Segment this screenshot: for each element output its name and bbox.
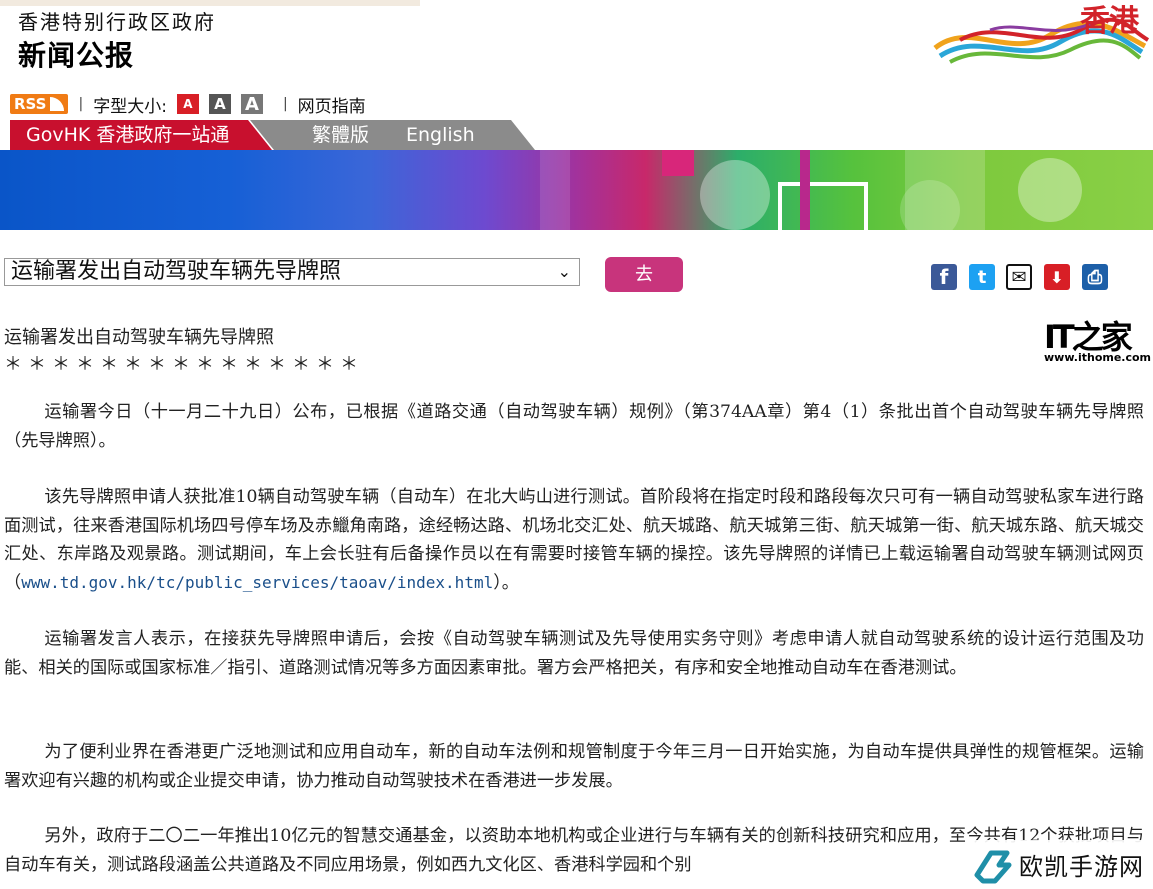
ithome-url: www.ithome.com xyxy=(1044,351,1152,364)
article-paragraph: 运输署今日（十一月二十九日）公布，已根据《道路交通（自动驾驶车辆）规例》（第37… xyxy=(4,402,1144,451)
facebook-share-icon[interactable]: f xyxy=(931,264,957,290)
td-website-link[interactable]: www.td.gov.hk/tc/public_services/taoav/i… xyxy=(21,573,493,592)
separator: | xyxy=(78,96,84,112)
font-size-label: 字型大小: xyxy=(93,96,167,117)
font-size-large-button[interactable]: A xyxy=(240,94,263,115)
email-share-icon[interactable]: ✉ xyxy=(1006,264,1032,290)
banner-stripe xyxy=(540,150,570,230)
brand-logo-text: 香港 xyxy=(1080,4,1139,39)
site-watermark: 欧凯手游网 xyxy=(965,840,1153,889)
rss-label: RSS xyxy=(14,95,47,113)
press-release-select[interactable]: 运输署发出自动驾驶车辆先导牌照 ⌄ xyxy=(4,258,580,286)
article-paragraph: 运输署发言人表示，在接获先导牌照申请后，会按《自动驾驶车辆测试及先导使用实务守则… xyxy=(4,629,1144,678)
traditional-chinese-link[interactable]: 繁體版 xyxy=(312,120,369,150)
font-size-small-button[interactable]: A xyxy=(176,94,199,114)
press-release-title[interactable]: 新闻公报 xyxy=(18,34,134,74)
article-title: 运输署发出自动驾驶车辆先导牌照 xyxy=(4,327,274,348)
language-tabs: 繁體版 English xyxy=(250,120,535,150)
font-size-medium-button[interactable]: A xyxy=(208,94,231,114)
separator: | xyxy=(282,96,288,112)
govhk-link[interactable]: GovHK 香港政府一站通 xyxy=(10,120,272,150)
rss-feed-icon xyxy=(50,97,65,111)
utility-toolbar: RSS | 字型大小: A A A | 网页指南 xyxy=(10,92,366,117)
article-paragraph: 为了便利业界在香港更广泛地测试和应用自动车，新的自动车法例和规管制度于今年三月一… xyxy=(4,742,1144,791)
watermark-text: 欧凯手游网 xyxy=(1019,853,1144,881)
paragraph-text: ）。 xyxy=(493,572,519,593)
english-link[interactable]: English xyxy=(406,120,475,150)
top-tabs: 繁體版 English GovHK 香港政府一站通 xyxy=(10,120,535,150)
banner-sparkle xyxy=(700,160,770,230)
chevron-down-icon: ⌄ xyxy=(557,262,571,281)
selected-option: 运输署发出自动驾驶车辆先导牌照 xyxy=(11,259,342,284)
banner-sparkle xyxy=(1018,158,1082,222)
site-header: 香港特别行政区政府 新闻公报 香港 RSS | 字型大小: A A A | 网页… xyxy=(0,0,1153,150)
sitemap-link[interactable]: 网页指南 xyxy=(298,92,366,117)
rss-button[interactable]: RSS xyxy=(10,94,69,114)
title-divider: ＊＊＊＊＊＊＊＊＊＊＊＊＊＊＊ xyxy=(4,354,364,375)
ithome-logo: IT之家 www.ithome.com xyxy=(1044,312,1151,364)
go-button[interactable]: 去 xyxy=(605,257,683,292)
banner-stripe xyxy=(662,150,694,176)
banner-stripe xyxy=(800,150,810,230)
header-banner-image xyxy=(0,150,1153,230)
gov-name: 香港特别行政区政府 xyxy=(18,10,216,34)
download-icon[interactable]: ⬇ xyxy=(1044,264,1070,290)
banner-frame xyxy=(778,182,868,230)
watermark-logo-icon xyxy=(969,845,1013,885)
print-icon[interactable]: ⎙ xyxy=(1082,264,1108,290)
twitter-share-icon[interactable]: t xyxy=(969,264,995,290)
article-paragraph: 该先导牌照申请人获批准10辆自动驾驶车辆（自动车）在北大屿山进行测试。首阶段将在… xyxy=(4,483,1144,597)
